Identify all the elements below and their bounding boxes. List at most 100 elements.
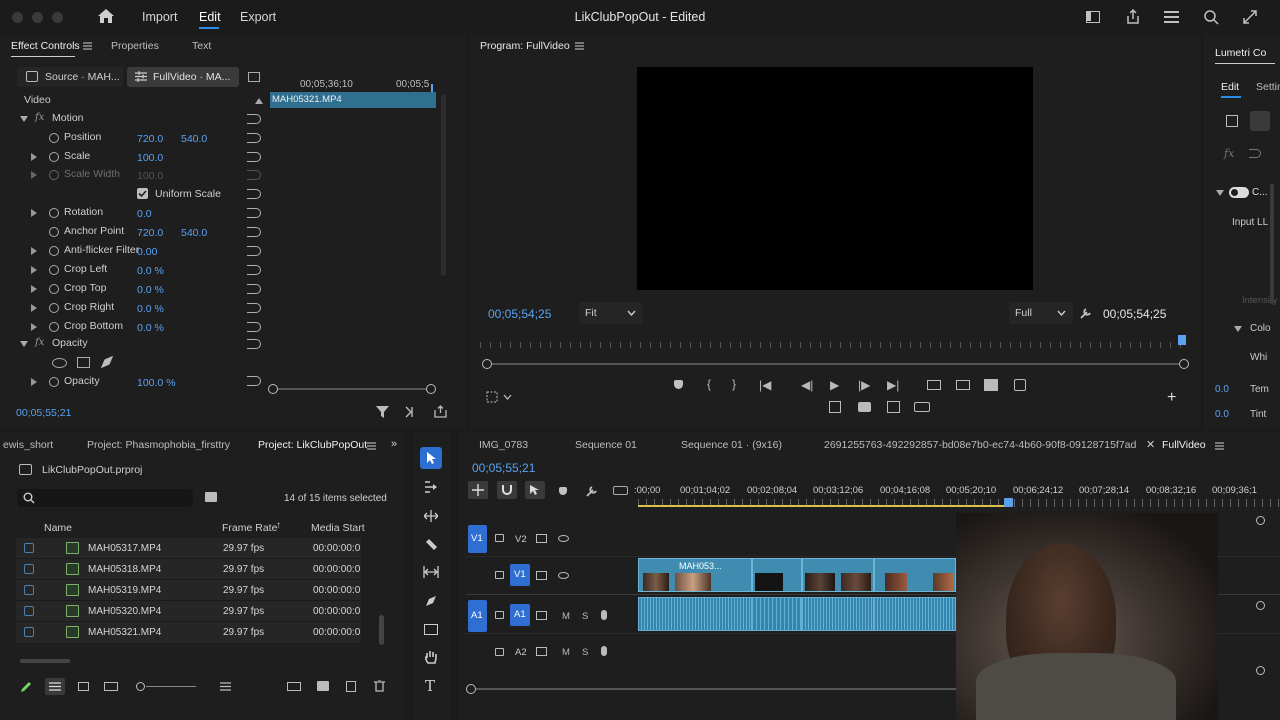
icon-view-icon[interactable] bbox=[78, 682, 89, 691]
close-icon[interactable]: ✕ bbox=[1146, 438, 1155, 451]
v2-track-label[interactable]: V2 bbox=[515, 534, 527, 545]
window-zoom-button[interactable] bbox=[52, 12, 63, 23]
program-timecode-left[interactable]: 00;05;54;25 bbox=[488, 307, 551, 321]
motion-expand-icon[interactable] bbox=[20, 116, 28, 122]
tab-sequence-01-9x16[interactable]: Sequence 01 · (9x16) bbox=[681, 439, 782, 451]
mute-button[interactable]: M bbox=[562, 647, 570, 658]
mini-timeline-scrollbar[interactable] bbox=[441, 94, 446, 276]
razor-tool-icon[interactable] bbox=[424, 538, 438, 555]
settings-dropdown-icon[interactable] bbox=[486, 391, 512, 406]
video-clip[interactable] bbox=[874, 558, 956, 592]
track-zoom-handle[interactable] bbox=[1256, 601, 1265, 610]
export-icon[interactable] bbox=[434, 405, 447, 421]
project-search-box[interactable] bbox=[17, 489, 193, 507]
crop-bottom-expand-icon[interactable] bbox=[31, 323, 37, 331]
audio-clip[interactable] bbox=[638, 597, 752, 631]
scroll-up-icon[interactable] bbox=[255, 98, 263, 104]
film-toggle-icon[interactable] bbox=[536, 571, 547, 580]
crop-bottom-stopwatch-icon[interactable] bbox=[49, 322, 59, 332]
audio-clip[interactable] bbox=[874, 597, 956, 631]
mini-zoom-scrollbar[interactable] bbox=[272, 388, 432, 390]
program-time-ruler[interactable] bbox=[480, 336, 1188, 348]
lock-icon[interactable] bbox=[495, 648, 504, 656]
crop-bottom-value[interactable]: 0.0 % bbox=[137, 322, 164, 334]
lift-icon[interactable] bbox=[927, 380, 941, 390]
crop-right-value[interactable]: 0.0 % bbox=[137, 303, 164, 315]
row-checkbox[interactable] bbox=[24, 585, 34, 595]
crop-top-value[interactable]: 0.0 % bbox=[137, 284, 164, 296]
track-zoom-handle[interactable] bbox=[1256, 666, 1265, 675]
new-bin-from-search-icon[interactable] bbox=[205, 492, 217, 502]
lumetri-presets-icon[interactable] bbox=[1226, 115, 1238, 127]
pen-mask-icon[interactable] bbox=[100, 355, 114, 372]
rectangle-tool-icon[interactable] bbox=[424, 624, 438, 635]
video-clip[interactable] bbox=[752, 558, 802, 592]
step-forward-icon[interactable]: |▶ bbox=[858, 379, 870, 391]
source-a1-target[interactable]: A1 bbox=[468, 600, 487, 632]
sort-icons-icon[interactable] bbox=[220, 682, 231, 694]
column-media-start[interactable]: Media Start bbox=[311, 522, 365, 534]
search-input[interactable] bbox=[41, 492, 181, 504]
v1-track-target[interactable]: V1 bbox=[510, 564, 530, 586]
opacity-expand-icon[interactable] bbox=[20, 341, 28, 347]
tab-project-likclub[interactable]: Project: LikClubPopOut bbox=[258, 439, 367, 451]
tab-ewis-short[interactable]: ewis_short bbox=[3, 439, 53, 451]
table-row[interactable]: MAH05321.MP4 29.97 fps 00:00:00:0 bbox=[16, 622, 361, 643]
lumetri-temp-value[interactable]: 0.0 bbox=[1215, 384, 1229, 395]
lumetri-tint-value[interactable]: 0.0 bbox=[1215, 409, 1229, 420]
timeline-timecode[interactable]: 00;05;55;21 bbox=[472, 461, 535, 475]
crop-bottom-reset-icon[interactable] bbox=[247, 322, 261, 332]
freeform-view-icon[interactable] bbox=[104, 682, 118, 691]
filter-icon[interactable] bbox=[376, 406, 389, 421]
opacity-reset-icon[interactable] bbox=[247, 376, 261, 386]
lumetri-tab-edit[interactable]: Edit bbox=[1221, 81, 1239, 93]
mini-zoom-handle-left[interactable] bbox=[268, 384, 278, 394]
project-horizontal-scrollbar[interactable] bbox=[20, 659, 70, 663]
row-checkbox[interactable] bbox=[24, 543, 34, 553]
add-button-icon[interactable]: + bbox=[1167, 389, 1176, 407]
rotation-reset-icon[interactable] bbox=[247, 208, 261, 218]
microphone-icon[interactable] bbox=[601, 646, 607, 656]
lumetri-sliders-icon[interactable] bbox=[1250, 111, 1270, 131]
tab-effect-controls[interactable]: Effect Controls bbox=[11, 40, 80, 52]
eye-icon[interactable] bbox=[558, 535, 569, 542]
selection-tool-icon[interactable] bbox=[420, 447, 442, 469]
motion-reset-icon[interactable] bbox=[247, 114, 261, 124]
tab-fullvideo[interactable]: FullVideo bbox=[1162, 439, 1206, 451]
crop-left-reset-icon[interactable] bbox=[247, 265, 261, 275]
position-x-value[interactable]: 720.0 bbox=[137, 133, 163, 145]
step-back-icon[interactable]: ◀| bbox=[801, 379, 813, 391]
video-clip[interactable] bbox=[802, 558, 874, 592]
tab-project-phasmophobia[interactable]: Project: Phasmophobia_firsttry bbox=[87, 439, 230, 451]
mark-in-icon[interactable]: { bbox=[707, 378, 711, 390]
program-scroll-handle-right[interactable] bbox=[1179, 359, 1189, 369]
extract-icon[interactable] bbox=[956, 380, 970, 390]
crop-right-expand-icon[interactable] bbox=[31, 304, 37, 312]
anchor-x-value[interactable]: 720.0 bbox=[137, 227, 163, 239]
timeline-scroll-handle[interactable] bbox=[466, 684, 476, 694]
a1-track-target[interactable]: A1 bbox=[510, 604, 530, 626]
audio-clip[interactable] bbox=[752, 597, 802, 631]
position-stopwatch-icon[interactable] bbox=[49, 133, 59, 143]
opacity-section-reset-icon[interactable] bbox=[247, 339, 261, 349]
scale-reset-icon[interactable] bbox=[247, 152, 261, 162]
captions-icon[interactable] bbox=[613, 486, 628, 495]
rotation-expand-icon[interactable] bbox=[31, 209, 37, 217]
type-tool-icon[interactable]: T bbox=[425, 677, 435, 695]
list-view-icon[interactable] bbox=[45, 678, 65, 695]
table-row[interactable]: MAH05317.MP4 29.97 fps 00:00:00:0 bbox=[16, 538, 361, 559]
comparison-view-icon[interactable] bbox=[1014, 379, 1026, 391]
timeline-playhead[interactable] bbox=[1004, 498, 1013, 507]
mini-zoom-handle-right[interactable] bbox=[426, 384, 436, 394]
uniform-scale-reset-icon[interactable] bbox=[247, 189, 261, 199]
anchor-y-value[interactable]: 540.0 bbox=[181, 227, 207, 239]
rotation-value[interactable]: 0.0 bbox=[137, 208, 152, 220]
share-icon[interactable] bbox=[1125, 8, 1141, 28]
row-checkbox[interactable] bbox=[24, 627, 34, 637]
slip-tool-icon[interactable] bbox=[423, 566, 439, 581]
hamburger-menu-icon[interactable] bbox=[1164, 11, 1179, 26]
fit-dropdown[interactable]: Fit bbox=[579, 302, 643, 324]
project-vertical-scrollbar[interactable] bbox=[379, 615, 384, 645]
tab-text[interactable]: Text bbox=[192, 40, 211, 52]
work-area-bar[interactable] bbox=[638, 505, 1008, 507]
